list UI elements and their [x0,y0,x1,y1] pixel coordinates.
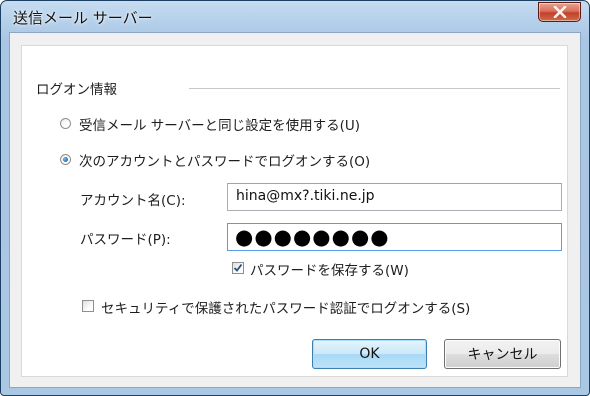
same-as-incoming-radio[interactable] [60,118,71,129]
dialog-window: 送信メール サーバー ログオン情報 受信メール サーバーと同じ設定を使用する(U… [0,0,590,396]
cancel-button[interactable]: キャンセル [444,339,561,369]
account-name-value: hina@mx?.tiki.ne.jp [236,188,375,204]
title-bar[interactable]: 送信メール サーバー [1,1,589,33]
ok-button-label: OK [359,346,380,362]
password-masked-value: ●●●●●●●● [235,225,390,249]
close-button[interactable] [538,2,581,22]
dialog-client-area: ログオン情報 受信メール サーバーと同じ設定を使用する(U) 次のアカウントとパ… [9,32,581,388]
same-as-incoming-label[interactable]: 受信メール サーバーと同じ設定を使用する(U) [79,114,360,134]
account-name-label: アカウント名(C): [80,193,186,209]
password-field[interactable]: ●●●●●●●● [227,223,562,251]
remember-password-label[interactable]: パスワードを保存する(W) [250,259,409,279]
password-label: パスワード(P): [80,232,171,248]
secure-password-auth-checkbox[interactable] [82,300,94,312]
cancel-button-label: キャンセル [467,347,538,363]
logon-with-account-radio[interactable] [60,154,71,165]
ok-button[interactable]: OK [312,339,427,369]
window-title: 送信メール サーバー [13,9,153,27]
checkmark-icon [233,263,243,272]
secure-password-auth-label[interactable]: セキュリティで保護されたパスワード認証でログオンする(S) [101,297,470,317]
logon-info-panel: ログオン情報 受信メール サーバーと同じ設定を使用する(U) 次のアカウントとパ… [21,45,568,377]
close-icon [553,6,566,18]
account-name-field[interactable]: hina@mx?.tiki.ne.jp [227,183,562,211]
group-label: ログオン情報 [36,82,117,98]
group-divider [189,88,560,89]
remember-password-checkbox[interactable] [232,262,244,274]
logon-with-account-label[interactable]: 次のアカウントとパスワードでログオンする(O) [79,150,370,170]
